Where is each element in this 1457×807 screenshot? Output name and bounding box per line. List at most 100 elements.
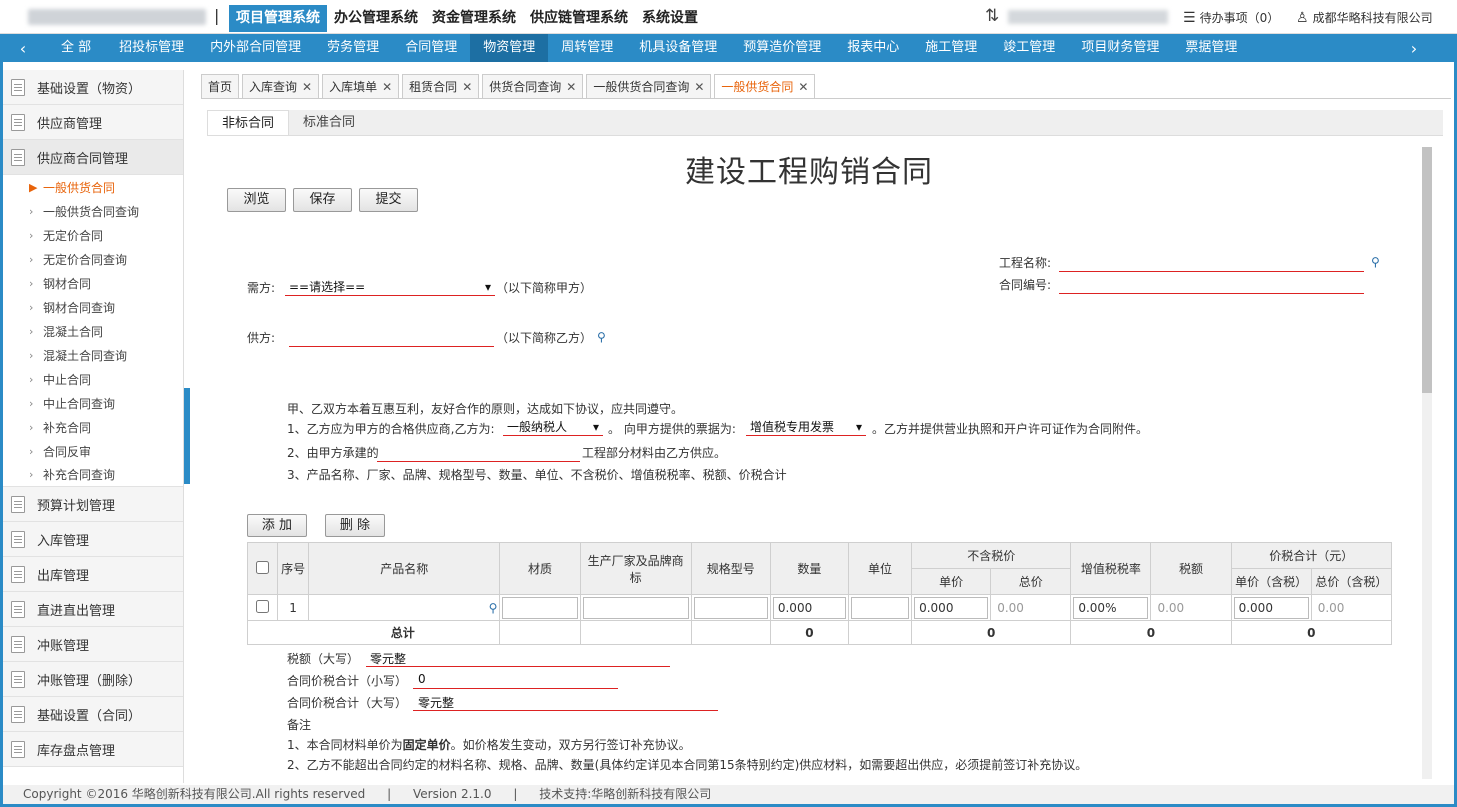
tab-inbound-query[interactable]: 入库查询 ✕ — [242, 74, 320, 98]
close-icon[interactable]: ✕ — [382, 76, 392, 98]
material-input[interactable] — [502, 596, 578, 619]
spec-input[interactable] — [693, 596, 768, 619]
totals-empty — [847, 620, 913, 645]
remark-1-b: 。如价格发生变动，双方另行签订补充协议。 — [450, 738, 691, 752]
project-search-icon[interactable]: ⚲ — [1371, 255, 1380, 269]
rate-input[interactable]: 0.00% — [1073, 596, 1149, 619]
menu-item-bidding[interactable]: 招投标管理 — [106, 34, 197, 62]
sidebar-item-outbound[interactable]: 出库管理 — [3, 557, 183, 592]
sidebar-item-writeoff-delete[interactable]: 冲账管理（删除） — [3, 662, 183, 697]
menu-item-labor[interactable]: 劳务管理 — [314, 34, 392, 62]
scrollbar-thumb[interactable] — [1422, 147, 1432, 393]
subtab-standard[interactable]: 标准合同 — [289, 110, 369, 135]
system-nav-office[interactable]: 办公管理系统 — [327, 5, 425, 32]
sidebar-item-budget-plan[interactable]: 预算计划管理 — [3, 487, 183, 522]
user-menu[interactable]: ♙ 成都华略科技有限公司 — [1296, 9, 1433, 26]
product-search-cell: ⚲ — [308, 594, 501, 621]
browse-button[interactable]: 浏览 — [227, 188, 286, 212]
sidebar-sub-general-supply[interactable]: ▶ 一般供货合同 — [3, 175, 183, 199]
close-icon[interactable]: ✕ — [302, 76, 312, 98]
row-checkbox[interactable] — [256, 599, 270, 613]
qty-cell: 0.000 — [769, 594, 849, 621]
submit-button[interactable]: 提交 — [359, 188, 418, 212]
sidebar-item-inbound[interactable]: 入库管理 — [3, 522, 183, 557]
invoice-select-value: 增值税专用发票 — [750, 420, 835, 434]
incl-price-input[interactable]: 0.000 — [1233, 596, 1309, 619]
tab-home[interactable]: 首页 — [201, 74, 240, 98]
menu-item-contract[interactable]: 合同管理 — [392, 34, 470, 62]
qty-input[interactable]: 0.000 — [772, 596, 846, 619]
tab-general-supply[interactable]: 一般供货合同 ✕ — [714, 74, 816, 98]
tab-inbound-fill[interactable]: 入库填单 ✕ — [322, 74, 400, 98]
sidebar-sub-reverse-review[interactable]: › 合同反审 — [3, 439, 183, 463]
sidebar-sub-supplement[interactable]: › 补充合同 — [3, 415, 183, 439]
sidebar-sub-general-supply-query[interactable]: › 一般供货合同查询 — [3, 199, 183, 223]
sidebar-sub-unpriced-query[interactable]: › 无定价合同查询 — [3, 247, 183, 271]
menu-item-construction[interactable]: 施工管理 — [912, 34, 990, 62]
sidebar-sub-concrete-query[interactable]: › 混凝土合同查询 — [3, 343, 183, 367]
menu-item-finance[interactable]: 项目财务管理 — [1068, 34, 1172, 62]
menu-item-reports[interactable]: 报表中心 — [834, 34, 912, 62]
sidebar-item-supplier[interactable]: 供应商管理 — [3, 105, 183, 140]
menu-item-bills[interactable]: 票据管理 — [1172, 34, 1250, 62]
close-icon[interactable]: ✕ — [798, 76, 808, 98]
maker-input[interactable] — [582, 596, 689, 619]
tab-supply-query[interactable]: 供货合同查询 ✕ — [482, 74, 584, 98]
system-nav-settings[interactable]: 系统设置 — [635, 5, 705, 32]
menu-item-completion[interactable]: 竣工管理 — [990, 34, 1068, 62]
col-seq: 序号 — [277, 542, 310, 595]
sidebar-item-contract-settings[interactable]: 基础设置（合同） — [3, 697, 183, 732]
menu-item-equipment[interactable]: 机具设备管理 — [626, 34, 730, 62]
subtab-nonstandard[interactable]: 非标合同 — [207, 110, 290, 135]
price-input[interactable]: 0.000 — [914, 596, 989, 619]
product-search-icon[interactable]: ⚲ — [489, 601, 498, 615]
col-unit: 单位 — [847, 542, 913, 595]
close-icon[interactable]: ✕ — [694, 76, 704, 98]
tab-lease-contract[interactable]: 租赁合同 ✕ — [402, 74, 480, 98]
menu-item-budget[interactable]: 预算造价管理 — [730, 34, 834, 62]
menu-item-internal-contract[interactable]: 内外部合同管理 — [197, 34, 314, 62]
supplier-search-icon[interactable]: ⚲ — [597, 330, 606, 344]
sidebar-sub-unpriced[interactable]: › 无定价合同 — [3, 223, 183, 247]
sidebar-item-supplier-contract[interactable]: 供应商合同管理 — [3, 140, 183, 175]
sidebar-item-material-settings[interactable]: 基础设置（物资） — [3, 70, 183, 105]
taxpayer-select[interactable]: 一般纳税人 ▾ — [503, 418, 603, 436]
unit-input[interactable] — [850, 596, 910, 619]
menu-item-material[interactable]: 物资管理 — [470, 34, 549, 62]
sidebar-item-writeoff[interactable]: 冲账管理 — [3, 627, 183, 662]
add-row-button[interactable]: 添 加 — [247, 514, 307, 537]
menu-prev-icon[interactable]: ‹ — [3, 39, 43, 58]
spec-cell — [690, 594, 771, 621]
supplier-field[interactable] — [289, 346, 494, 347]
save-button[interactable]: 保存 — [293, 188, 352, 212]
menu-item-turnover[interactable]: 周转管理 — [548, 34, 626, 62]
invoice-select[interactable]: 增值税专用发票 ▾ — [746, 418, 866, 436]
system-nav-project[interactable]: 项目管理系统 — [229, 5, 327, 32]
todo-link[interactable]: ☰ 待办事项（0） — [1183, 9, 1279, 26]
sidebar-sub-terminated-query[interactable]: › 中止合同查询 — [3, 391, 183, 415]
sidebar-item-inventory[interactable]: 库存盘点管理 — [3, 732, 183, 767]
menu-next-icon[interactable]: › — [1394, 39, 1434, 58]
buyer-select[interactable]: ==请选择== ▾ — [285, 278, 495, 296]
tab-general-supply-query[interactable]: 一般供货合同查询 ✕ — [586, 74, 712, 98]
sidebar-sub-supplement-query[interactable]: › 补充合同查询 — [3, 463, 183, 487]
sidebar-sub-steel-query[interactable]: › 钢材合同查询 — [3, 295, 183, 319]
contract-no-field[interactable] — [1059, 293, 1364, 294]
close-icon[interactable]: ✕ — [462, 76, 472, 98]
chevron-right-icon: › — [29, 444, 34, 458]
sidebar-item-direct[interactable]: 直进直出管理 — [3, 592, 183, 627]
sidebar-collapse-handle[interactable] — [184, 388, 190, 484]
menu-item-all[interactable]: 全 部 — [43, 34, 106, 62]
select-all-checkbox[interactable] — [256, 560, 270, 574]
system-nav-supply-chain[interactable]: 供应链管理系统 — [523, 5, 635, 32]
close-icon[interactable]: ✕ — [566, 76, 576, 98]
tab-label: 入库填单 — [329, 79, 378, 94]
sidebar-sub-steel[interactable]: › 钢材合同 — [3, 271, 183, 295]
project-scope-field[interactable] — [377, 461, 580, 462]
sidebar-sub-concrete[interactable]: › 混凝土合同 — [3, 319, 183, 343]
system-nav-fund[interactable]: 资金管理系统 — [425, 5, 523, 32]
delete-row-button[interactable]: 删 除 — [325, 514, 385, 537]
sidebar-sub-terminated[interactable]: › 中止合同 — [3, 367, 183, 391]
sort-icon[interactable]: ⇅ — [985, 6, 999, 26]
project-name-field[interactable] — [1059, 271, 1364, 272]
